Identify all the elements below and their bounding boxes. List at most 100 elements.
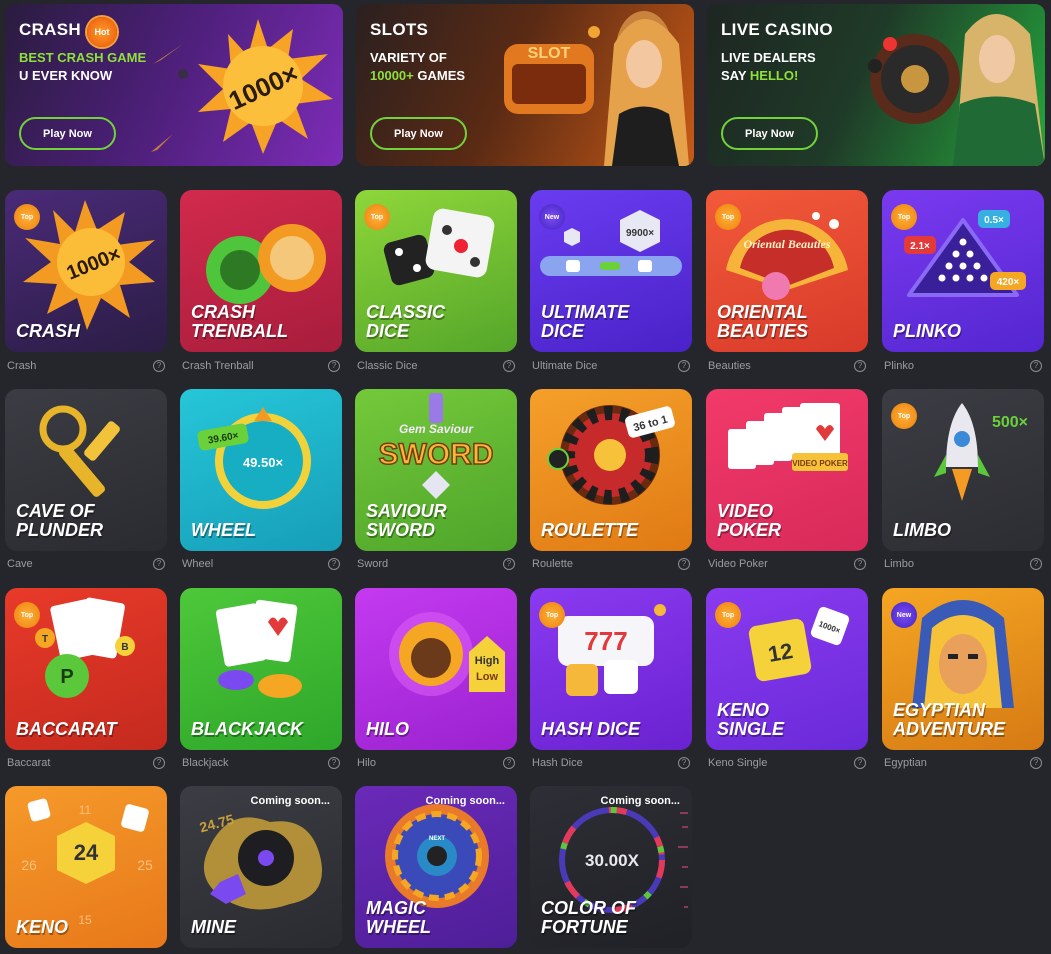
game-tile-crash-trenball[interactable]: CRASH TRENBALL (180, 190, 342, 352)
caption-text: Ultimate Dice (532, 360, 598, 372)
tile-title: KENO SINGLE (717, 700, 785, 739)
tile-title: CRASH (16, 321, 81, 341)
help-icon[interactable]: ? (328, 558, 340, 570)
tile-title: ORIENTAL BEAUTIES (717, 302, 809, 341)
caption-text: Blackjack (182, 757, 229, 769)
play-now-button[interactable]: Play Now (721, 117, 818, 150)
tile-caption: Sword? (355, 558, 517, 572)
caption-text: Roulette (532, 558, 573, 570)
tile-title: PLINKO (893, 321, 962, 341)
top-badge: Top (715, 204, 741, 230)
svg-text:25: 25 (137, 857, 153, 873)
game-tile-classic-dice[interactable]: Top CLASSIC DICE (355, 190, 517, 352)
game-tile-keno[interactable]: 11 26 25 15 24 KENO (5, 786, 167, 948)
game-tile-limbo[interactable]: 500× Top LIMBO (882, 389, 1044, 551)
svg-text:B: B (121, 642, 128, 653)
top-badge: Top (14, 602, 40, 628)
svg-text:SWORD: SWORD (379, 438, 494, 471)
caption-text: Video Poker (708, 558, 768, 570)
game-tile-mine[interactable]: 24.75 Coming soon... MINE (180, 786, 342, 948)
coming-soon-label: Coming soon... (250, 795, 330, 807)
game-tile-wheel[interactable]: 49.50× 39.60× WHEEL (180, 389, 342, 551)
caption-text: Hilo (357, 757, 376, 769)
top-badge: Top (715, 602, 741, 628)
game-tile-cave-of-plunder[interactable]: CAVE OF PLUNDER (5, 389, 167, 551)
tile-title: HASH DICE (541, 719, 641, 739)
help-icon[interactable]: ? (678, 360, 690, 372)
promo-banners: 1000× CRASH Hot BEST CRASH GAME U EVER K… (5, 4, 1045, 166)
tile-caption: Ultimate Dice? (530, 360, 692, 374)
tile-title: MINE (191, 917, 236, 937)
tile-title: COLOR OF FORTUNE (541, 898, 636, 937)
help-icon[interactable]: ? (854, 757, 866, 769)
play-now-button[interactable]: Play Now (19, 117, 116, 150)
game-tile-video-poker[interactable]: VIDEO POKER VIDEO POKER (706, 389, 868, 551)
svg-text:SLOT: SLOT (528, 45, 571, 62)
help-icon[interactable]: ? (328, 360, 340, 372)
tile-caption: Hilo? (355, 757, 517, 771)
game-tile-ultimate-dice[interactable]: 9900× New ULTIMATE DICE (530, 190, 692, 352)
tile-caption: Limbo? (882, 558, 1044, 572)
banner-line2: SAY HELLO! (721, 68, 798, 83)
banner-crash[interactable]: 1000× CRASH Hot BEST CRASH GAME U EVER K… (5, 4, 343, 166)
tile-title: CRASH TRENBALL (191, 302, 288, 341)
tile-caption: Hash Dice? (530, 757, 692, 771)
game-tile-keno-single[interactable]: 12 1000× Top KENO SINGLE (706, 588, 868, 750)
help-icon[interactable]: ? (1030, 360, 1042, 372)
game-tile-magic-wheel[interactable]: NEXT Coming soon... MAGIC WHEEL (355, 786, 517, 948)
top-badge: Top (539, 602, 565, 628)
svg-text:49.50×: 49.50× (243, 455, 284, 470)
banner-live-casino[interactable]: LIVE CASINO LIVE DEALERS SAY HELLO! Play… (707, 4, 1045, 166)
help-icon[interactable]: ? (1030, 558, 1042, 570)
help-icon[interactable]: ? (153, 558, 165, 570)
svg-text:24: 24 (74, 840, 99, 865)
svg-text:26: 26 (21, 857, 37, 873)
banner-line2: U EVER KNOW (19, 68, 113, 83)
help-icon[interactable]: ? (153, 757, 165, 769)
game-tile-saviour-sword[interactable]: Gem Saviour SWORD SAVIOUR SWORD (355, 389, 517, 551)
play-now-button[interactable]: Play Now (370, 117, 467, 150)
help-icon[interactable]: ? (328, 757, 340, 769)
game-tile-roulette[interactable]: 36 to 1 ROULETTE (530, 389, 692, 551)
help-icon[interactable]: ? (1030, 757, 1042, 769)
coming-soon-label: Coming soon... (425, 795, 505, 807)
coming-soon-label: Coming soon... (600, 795, 680, 807)
svg-text:2.1×: 2.1× (910, 241, 930, 252)
svg-text:9900×: 9900× (626, 228, 654, 239)
game-tile-baccarat[interactable]: T B P Top BACCARAT (5, 588, 167, 750)
caption-text: Egyptian (884, 757, 927, 769)
game-tile-oriental-beauties[interactable]: Oriental Beauties Top ORIENTAL BEAUTIES (706, 190, 868, 352)
tile-title: BLACKJACK (191, 719, 303, 739)
svg-text:11: 11 (79, 803, 92, 817)
svg-text:Oriental Beauties: Oriental Beauties (743, 237, 830, 251)
game-tile-crash[interactable]: 1000× Top CRASH (5, 190, 167, 352)
game-tile-hilo[interactable]: High Low HILO (355, 588, 517, 750)
game-tile-plinko[interactable]: 2.1× 0.5× 420× Top PLINKO (882, 190, 1044, 352)
banner-slots[interactable]: SLOT SLOTS VARIETY OF 10000+ GAMES Play … (356, 4, 694, 166)
svg-text:500×: 500× (992, 414, 1028, 431)
help-icon[interactable]: ? (153, 360, 165, 372)
game-tile-egyptian-adventure[interactable]: New EGYPTIAN ADVENTURE (882, 588, 1044, 750)
tile-title: MAGIC WHEEL (366, 898, 431, 937)
banner-title: LIVE CASINO (721, 20, 833, 39)
games-count: 10000+ (370, 68, 414, 83)
help-icon[interactable]: ? (678, 757, 690, 769)
game-tile-blackjack[interactable]: BLACKJACK (180, 588, 342, 750)
new-badge: New (891, 602, 917, 628)
help-icon[interactable]: ? (503, 360, 515, 372)
svg-text:Low: Low (476, 671, 498, 683)
svg-text:VIDEO POKER: VIDEO POKER (792, 459, 848, 468)
help-icon[interactable]: ? (503, 558, 515, 570)
banner-line1: LIVE DEALERS (721, 50, 816, 65)
help-icon[interactable]: ? (854, 360, 866, 372)
game-tile-color-of-fortune[interactable]: 30.00X Coming soon... COLOR OF FORTUNE (530, 786, 692, 948)
live-dealer-art (868, 14, 1045, 166)
help-icon[interactable]: ? (678, 558, 690, 570)
tile-caption: Crash Trenball? (180, 360, 342, 374)
svg-text:12: 12 (766, 638, 794, 667)
banner-line2: 10000+ GAMES (370, 68, 465, 83)
game-tile-hash-dice[interactable]: 777 Top HASH DICE (530, 588, 692, 750)
help-icon[interactable]: ? (854, 558, 866, 570)
help-icon[interactable]: ? (503, 757, 515, 769)
tile-caption: Keno Single? (706, 757, 868, 771)
